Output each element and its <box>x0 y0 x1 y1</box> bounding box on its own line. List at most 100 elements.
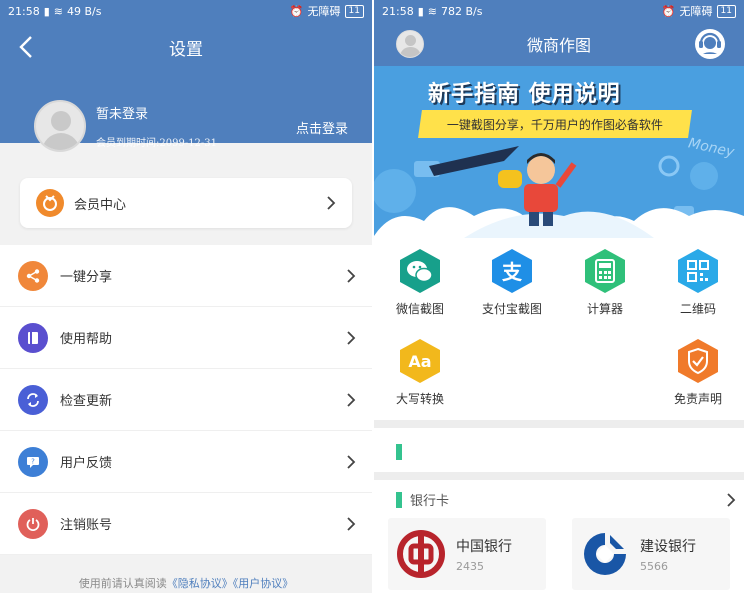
network-speed: 782 B/s <box>440 4 483 18</box>
customer-service-icon[interactable] <box>694 28 726 60</box>
calculator-icon <box>582 248 628 294</box>
settings-screen: 21:58 ▮ ≋ 49 B/s ⏰ 无障碍 11 设置 暂未登录 会员到期时间… <box>0 0 372 593</box>
agreement-prefix: 使用前请认真阅读 <box>78 577 167 590</box>
tool-label: 大写转换 <box>395 392 444 406</box>
bank-card-section: 银行卡 中国银行 2435 建设银行 5566 <box>374 480 744 593</box>
chevron-right-icon <box>347 330 356 345</box>
guide-banner[interactable]: 新手指南 使用说明 一键截图分享，千万用户的作图必备软件 Money <box>374 66 744 238</box>
boc-logo-icon <box>397 530 445 578</box>
banner-subtitle-text: 一键截图分享，千万用户的作图必备软件 <box>446 117 663 132</box>
wechat-icon <box>397 248 443 294</box>
accessibility-mode: 无障碍 <box>307 5 341 18</box>
profile-block[interactable]: 暂未登录 会员到期时间:2099-12-31 <box>34 100 217 152</box>
banner-subtitle: 一键截图分享，千万用户的作图必备软件 <box>418 110 692 138</box>
menu-item-label: 用户反馈 <box>60 456 113 471</box>
battery-level: 11 <box>716 4 736 18</box>
back-icon[interactable] <box>14 34 40 60</box>
chevron-right-icon <box>347 268 356 283</box>
wifi-icon: ≋ <box>53 4 63 18</box>
refresh-icon <box>18 384 48 415</box>
tool-label: 微信截图 <box>395 302 444 316</box>
tool-grid: 微信截图 支 支付宝截图 计算器 二维码 Aa 大写转换 免责声明 <box>374 240 744 418</box>
chevron-right-icon <box>327 196 336 210</box>
battery-level: 11 <box>344 4 364 18</box>
bank-card-boc[interactable]: 中国银行 2435 <box>388 518 546 590</box>
chevron-right-icon <box>347 392 356 407</box>
tool-disclaimer[interactable]: 免责声明 <box>658 338 738 407</box>
signal-icon: ▮ <box>43 4 50 18</box>
menu-item-update[interactable]: 检查更新 <box>0 369 372 431</box>
case-convert-icon: Aa <box>397 338 443 384</box>
menu-item-label: 注销账号 <box>60 518 113 533</box>
settings-header: 21:58 ▮ ≋ 49 B/s ⏰ 无障碍 11 设置 暂未登录 会员到期时间… <box>0 0 372 152</box>
menu-item-label: 检查更新 <box>60 394 113 409</box>
app-title: 微商作图 <box>526 36 591 55</box>
power-icon <box>18 508 48 539</box>
menu-item-delete-account[interactable]: 注销账号 <box>0 493 372 555</box>
section-divider <box>374 420 744 428</box>
login-link[interactable]: 点击登录 <box>296 118 348 137</box>
tool-label: 计算器 <box>586 302 623 316</box>
shield-check-icon <box>675 338 721 384</box>
book-icon <box>18 322 48 353</box>
menu-item-help[interactable]: 使用帮助 <box>0 307 372 369</box>
section-marker <box>396 444 402 460</box>
vip-center-label: 会员中心 <box>74 197 127 213</box>
banner-title: 新手指南 使用说明 <box>428 82 621 107</box>
bank-code: 2435 <box>456 559 484 573</box>
section-title: 银行卡 <box>410 494 450 509</box>
alarm-icon: ⏰ <box>661 4 676 18</box>
avatar[interactable] <box>34 100 86 152</box>
tool-label: 二维码 <box>679 302 716 316</box>
bank-name: 中国银行 <box>456 538 512 555</box>
vip-center-button[interactable]: 会员中心 <box>20 178 352 228</box>
bank-card-ccb[interactable]: 建设银行 5566 <box>572 518 730 590</box>
menu-item-share[interactable]: 一键分享 <box>0 245 372 307</box>
menu-item-feedback[interactable]: ? 用户反馈 <box>0 431 372 493</box>
empty-section <box>374 430 744 472</box>
tool-wechat-screenshot[interactable]: 微信截图 <box>380 248 460 317</box>
home-screen: 21:58 ▮ ≋ 782 B/s ⏰ 无障碍 11 微商作图 新手指南 使用说… <box>374 0 744 593</box>
qrcode-icon <box>675 248 721 294</box>
profile-name: 暂未登录 <box>96 107 149 122</box>
privacy-policy-link[interactable]: 《隐私协议》 <box>167 577 233 590</box>
chevron-right-icon <box>347 516 356 531</box>
home-header: 21:58 ▮ ≋ 782 B/s ⏰ 无障碍 11 微商作图 <box>374 0 744 66</box>
tool-label: 支付宝截图 <box>481 302 542 316</box>
status-time: 21:58 <box>382 4 414 18</box>
tool-qrcode[interactable]: 二维码 <box>658 248 738 317</box>
svg-text:支: 支 <box>502 260 523 284</box>
vip-medal-icon <box>36 189 64 217</box>
accessibility-mode: 无障碍 <box>679 5 713 18</box>
membership-expiry: 会员到期时间:2099-12-31 <box>96 138 218 149</box>
bank-name: 建设银行 <box>640 538 696 555</box>
page-title: 设置 <box>169 39 203 60</box>
tool-case-convert[interactable]: Aa 大写转换 <box>380 338 460 407</box>
case-convert-glyph: Aa <box>408 352 431 371</box>
chevron-right-icon[interactable] <box>726 492 736 508</box>
alipay-icon: 支 <box>489 248 535 294</box>
tool-calculator[interactable]: 计算器 <box>565 248 645 317</box>
status-bar: 21:58 ▮ ≋ 782 B/s ⏰ 无障碍 11 <box>374 0 744 22</box>
network-speed: 49 B/s <box>66 4 102 18</box>
status-time: 21:58 <box>8 4 40 18</box>
avatar[interactable] <box>396 30 424 58</box>
tool-label: 免责声明 <box>673 392 722 406</box>
chevron-right-icon <box>347 454 356 469</box>
ccb-logo-icon <box>584 533 626 575</box>
share-icon <box>18 260 48 291</box>
status-bar: 21:58 ▮ ≋ 49 B/s ⏰ 无障碍 11 <box>0 0 372 22</box>
menu-item-label: 使用帮助 <box>60 332 113 347</box>
bank-code: 5566 <box>640 559 668 573</box>
section-marker <box>396 491 402 508</box>
user-agreement-link[interactable]: 《用户协议》 <box>233 577 294 590</box>
svg-text:?: ? <box>31 457 35 465</box>
agreement-note: 使用前请认真阅读《隐私协议》《用户协议》 <box>0 575 372 591</box>
menu-item-label: 一键分享 <box>60 270 113 285</box>
feedback-icon: ? <box>18 446 48 477</box>
signal-icon: ▮ <box>417 4 424 18</box>
alarm-icon: ⏰ <box>289 4 304 18</box>
section-divider <box>374 472 744 480</box>
settings-menu: 一键分享 使用帮助 检查更新 ? 用户反馈 注销账号 <box>0 245 372 555</box>
tool-alipay-screenshot[interactable]: 支 支付宝截图 <box>472 248 552 317</box>
